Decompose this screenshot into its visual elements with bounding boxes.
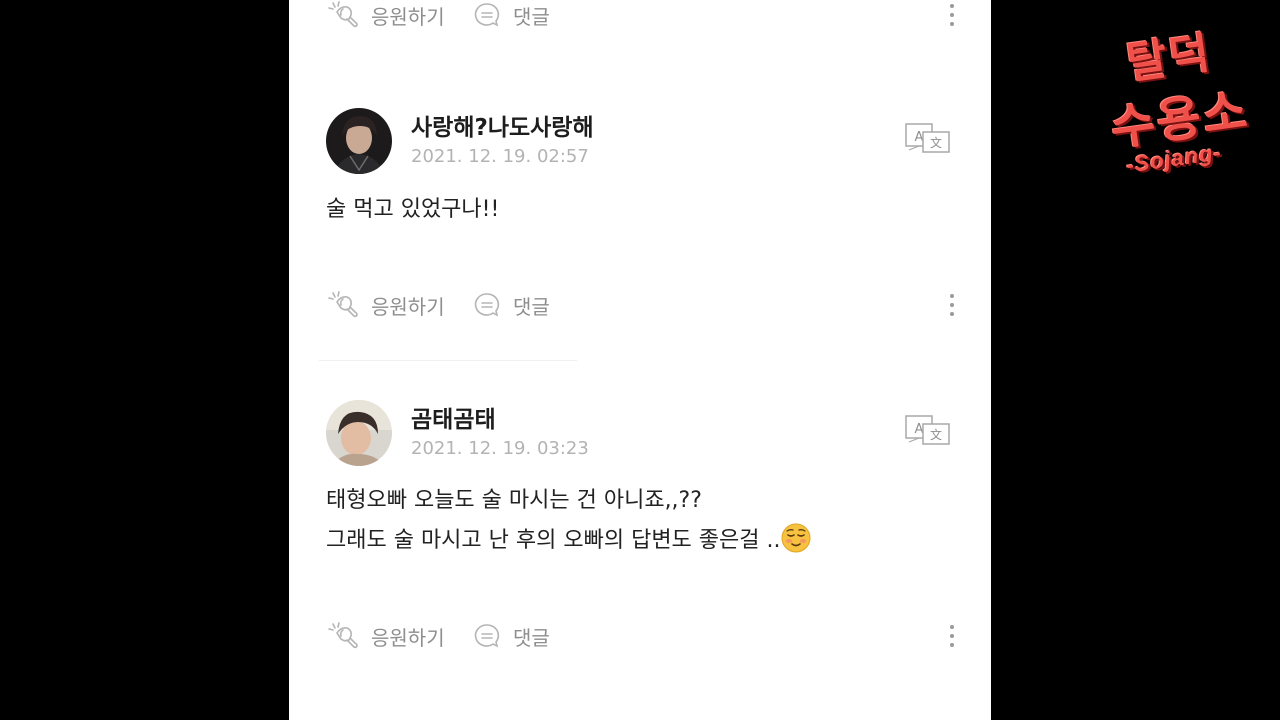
comment-feed-panel[interactable]: 응원하기 댓글 사랑해?나도사랑해 2021. 12. 19. 02:57 A …: [289, 0, 991, 720]
post-header: 사랑해?나도사랑해 2021. 12. 19. 02:57 A 文: [289, 108, 991, 178]
username[interactable]: 사랑해?나도사랑해: [411, 108, 594, 142]
post-header: 곰태곰태 2021. 12. 19. 03:23 A 文: [289, 400, 991, 470]
post-text-line-with-emoji: 그래도 술 마시고 난 후의 오빠의 답변도 좋은걸 ..: [326, 521, 946, 561]
svg-text:A: A: [915, 422, 924, 437]
timestamp: 2021. 12. 19. 03:23: [411, 438, 589, 459]
post-text-line: 술 먹고 있었구나!!: [326, 197, 500, 222]
avatar[interactable]: [326, 108, 392, 174]
post-text-line: 그래도 술 마시고 난 후의 오빠의 답변도 좋은걸 ..: [326, 528, 781, 553]
more-vertical-icon: [950, 294, 954, 298]
post-body: 태형오빠 오늘도 술 마시는 건 아니죠,,?? 그래도 술 마시고 난 후의 …: [326, 481, 946, 561]
post-divider: [319, 360, 577, 361]
more-options-button[interactable]: [947, 621, 957, 651]
comment-bubble-icon: [474, 3, 500, 27]
more-vertical-icon: [950, 4, 954, 8]
svg-text:文: 文: [930, 135, 942, 150]
comment-label: 댓글: [513, 625, 550, 650]
channel-watermark-logo: 탈덕 수용소 -Sojang-: [1102, 22, 1262, 192]
comment-label: 댓글: [513, 4, 550, 29]
comment-button[interactable]: 댓글: [473, 621, 550, 651]
timestamp: 2021. 12. 19. 02:57: [411, 146, 589, 167]
cheer-label: 응원하기: [371, 625, 445, 650]
translate-button[interactable]: A 文: [905, 414, 951, 446]
cheer-button[interactable]: 응원하기: [327, 621, 445, 651]
avatar[interactable]: [326, 400, 392, 466]
post-body: 술 먹고 있었구나!!: [326, 190, 946, 230]
more-options-button[interactable]: [947, 0, 957, 30]
comment-bubble-icon: [474, 293, 500, 317]
action-row-previous: 응원하기 댓글: [289, 0, 991, 30]
more-vertical-icon: [950, 625, 954, 629]
cheer-button[interactable]: 응원하기: [327, 0, 445, 30]
action-row: 응원하기 댓글: [289, 621, 991, 651]
cheer-label: 응원하기: [371, 4, 445, 29]
cheer-button[interactable]: 응원하기: [327, 290, 445, 320]
more-options-button[interactable]: [947, 290, 957, 320]
cheer-icon: [328, 291, 358, 318]
translate-button[interactable]: A 文: [905, 122, 951, 154]
translate-icon: A 文: [905, 415, 950, 445]
cheer-label: 응원하기: [371, 294, 445, 319]
comment-button[interactable]: 댓글: [473, 290, 550, 320]
avatar-photo: [326, 108, 392, 174]
action-row: 응원하기 댓글: [289, 290, 991, 320]
svg-text:文: 文: [930, 427, 942, 442]
username[interactable]: 곰태곰태: [411, 400, 496, 434]
comment-bubble-icon: [474, 624, 500, 648]
relieved-face-emoji-icon: [781, 523, 810, 553]
cheer-icon: [328, 622, 358, 649]
comment-button[interactable]: 댓글: [473, 0, 550, 30]
video-frame: 응원하기 댓글 사랑해?나도사랑해 2021. 12. 19. 02:57 A …: [0, 0, 1280, 720]
avatar-photo: [326, 400, 392, 466]
translate-icon: A 文: [905, 123, 950, 153]
cheer-icon: [328, 1, 358, 28]
post-text-line: 태형오빠 오늘도 술 마시는 건 아니죠,,??: [326, 488, 702, 513]
comment-label: 댓글: [513, 294, 550, 319]
svg-text:A: A: [915, 130, 924, 145]
